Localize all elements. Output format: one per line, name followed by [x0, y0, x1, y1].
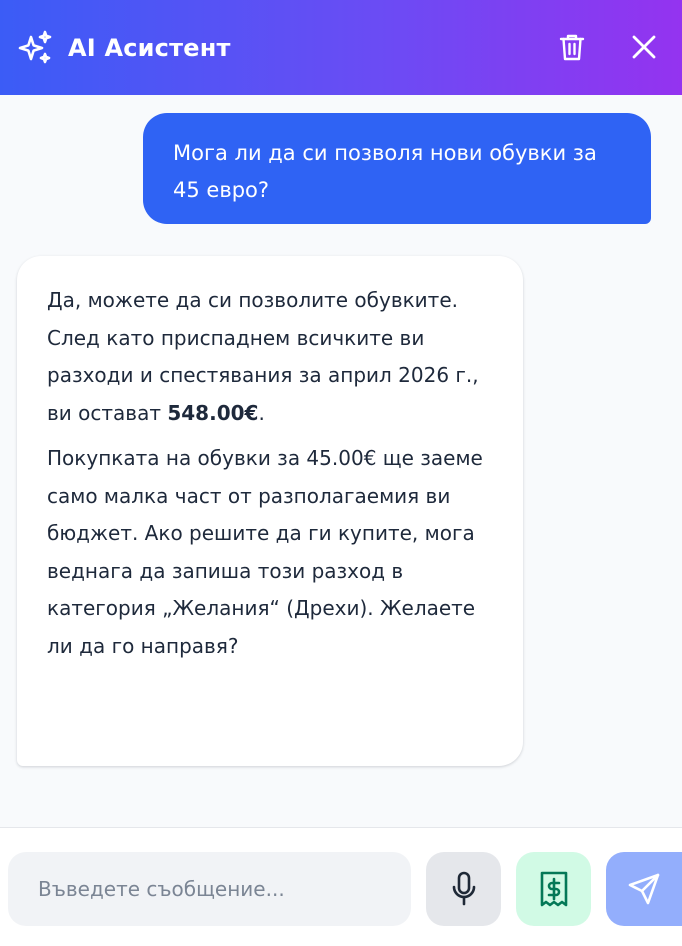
header-brand: AI Асистент [16, 29, 231, 67]
receipt-dollar-icon [539, 871, 569, 907]
page-title: AI Асистент [68, 33, 231, 62]
composer [0, 827, 682, 946]
close-button[interactable] [619, 22, 669, 72]
user-message: Мога ли да си позволя нови обувки за 45 … [143, 113, 651, 224]
message-list[interactable]: Мога ли да си позволя нови обувки за 45 … [0, 95, 682, 827]
sparkles-icon [16, 29, 54, 67]
send-button[interactable] [606, 852, 682, 926]
close-icon [631, 34, 657, 60]
assistant-paragraph-2: Покупката на обувки за 45.00€ ще заеме с… [47, 446, 483, 658]
assistant-paragraph-1: Да, можете да си позволите обувките. Сле… [47, 288, 479, 425]
chat-header: AI Асистент [0, 0, 682, 95]
message-input[interactable] [8, 852, 411, 926]
clear-chat-button[interactable] [547, 22, 597, 72]
send-icon [627, 872, 661, 906]
assistant-message: Да, можете да си позволите обувките. Сле… [17, 256, 523, 766]
trash-icon [558, 32, 586, 62]
voice-input-button[interactable] [426, 852, 501, 926]
remaining-amount: 548.00€ [167, 400, 259, 425]
user-message-text: Мога ли да си позволя нови обувки за 45 … [173, 141, 597, 202]
microphone-icon [451, 871, 477, 907]
add-expense-button[interactable] [516, 852, 591, 926]
